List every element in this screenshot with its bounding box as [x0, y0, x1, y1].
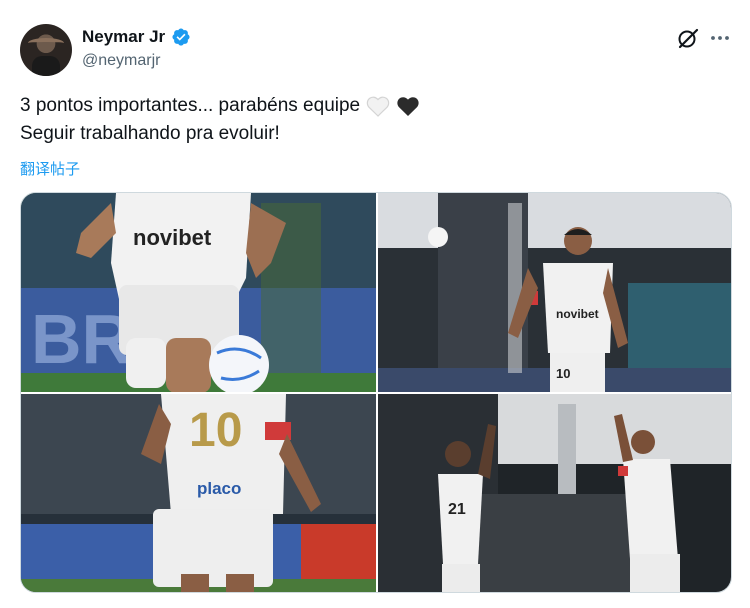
photo-3-image: 10 placo — [21, 394, 376, 592]
avatar[interactable] — [20, 24, 72, 76]
media-photo-1[interactable]: BRA novibet — [21, 193, 376, 392]
author-handle[interactable]: @neymarjr — [82, 52, 160, 70]
photo-2-image: novibet 10 — [378, 193, 731, 392]
more-options-icon[interactable] — [708, 26, 732, 50]
photo-2-shirt-number: 10 — [556, 366, 570, 381]
author-name-row: Neymar Jr — [82, 27, 191, 47]
photo-3-shirt-sponsor: placo — [197, 479, 241, 498]
tweet-text-line-2: Seguir trabalhando pra evoluir! — [20, 123, 280, 144]
tweet-text-line-1: 3 pontos importantes... parabéns equipe — [20, 92, 420, 120]
photo-1-shirt-sponsor: novibet — [133, 225, 212, 250]
media-photo-4[interactable]: 21 — [378, 394, 731, 592]
white-heart-icon — [366, 96, 390, 117]
verified-badge-icon — [172, 28, 190, 46]
photo-4-shirt-number: 21 — [448, 501, 466, 518]
media-photo-3[interactable]: 10 placo — [21, 394, 376, 592]
grok-icon[interactable] — [676, 26, 700, 50]
media-grid: BRA novibet novibet 10 10 placo 21 — [20, 192, 732, 593]
photo-2-shirt-sponsor: novibet — [556, 307, 599, 321]
black-heart-icon — [397, 97, 419, 116]
translate-post-link[interactable]: 翻译帖子 — [20, 158, 80, 179]
media-photo-2[interactable]: novibet 10 — [378, 193, 731, 392]
photo-3-shirt-number: 10 — [189, 404, 242, 457]
tweet-text-line-1-content: 3 pontos importantes... parabéns equipe — [20, 95, 361, 116]
tweet-text: 3 pontos importantes... parabéns equipe … — [20, 92, 420, 148]
photo-1-image: BRA novibet — [21, 193, 376, 392]
photo-4-image: 21 — [378, 394, 731, 592]
author-name[interactable]: Neymar Jr — [82, 27, 165, 47]
tweet-header: Neymar Jr @neymarjr — [20, 22, 732, 78]
